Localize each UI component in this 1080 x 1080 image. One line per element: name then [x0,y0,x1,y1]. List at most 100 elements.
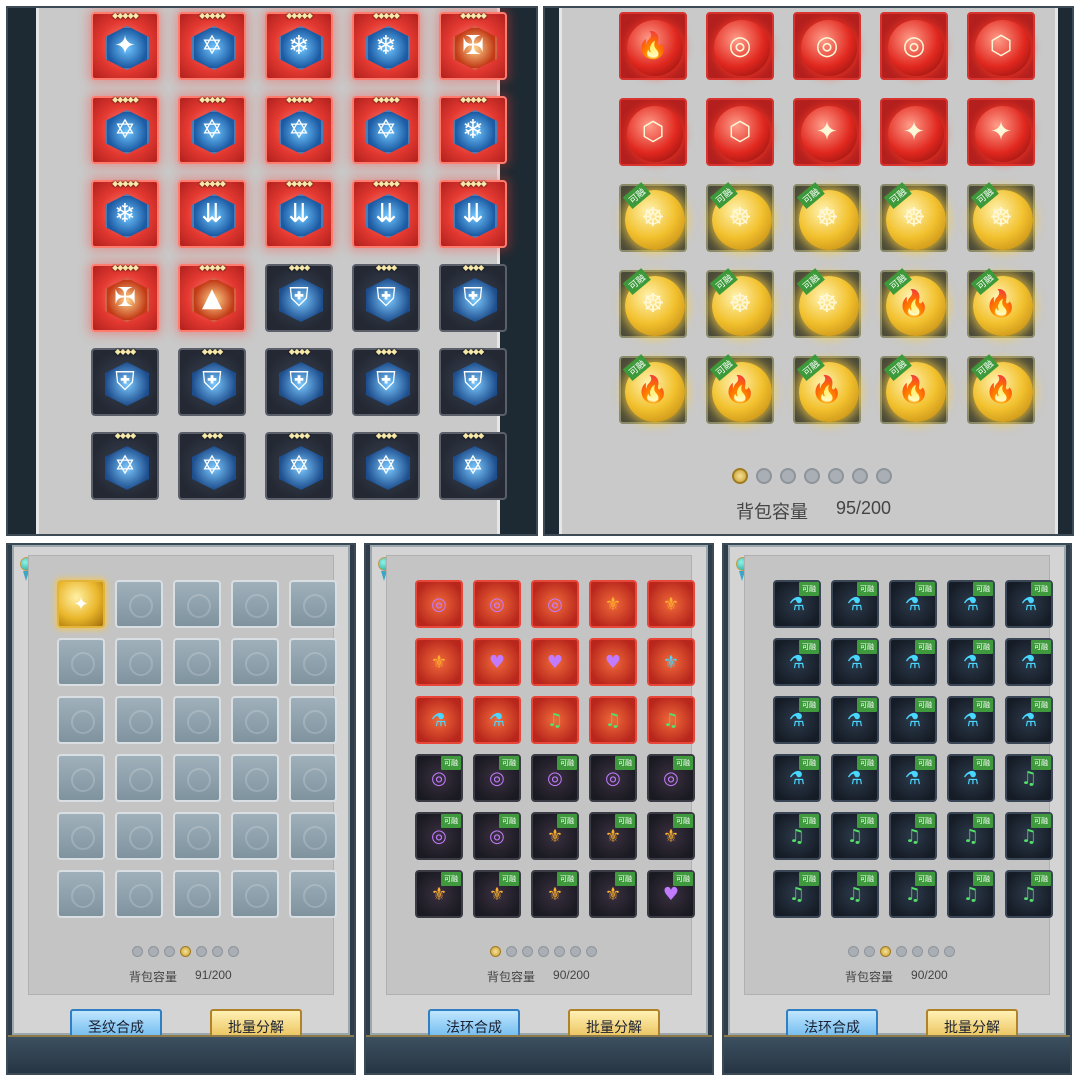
empty-slot[interactable] [173,754,221,802]
inventory-slot[interactable]: ⛨ ◆◆◆◆ [265,347,333,416]
inventory-slot[interactable]: 🔥 可融 [706,354,774,424]
inventory-slot[interactable]: ✡ ◆◆◆◆ [352,431,420,500]
inventory-slot[interactable]: ✠ ◆◆◆◆◆ [91,263,159,332]
inventory-slot[interactable]: ▲ ◆◆◆◆◆ [178,263,246,332]
inventory-slot[interactable]: ✡ ◆◆◆◆◆ [178,11,246,80]
inventory-slot[interactable]: ⬡ [706,98,774,166]
inventory-slot[interactable]: 🔥 可融 [967,268,1035,338]
inventory-slot[interactable]: ⚗ 可融 [831,754,879,802]
inventory-slot[interactable]: ⚗ [415,696,463,744]
empty-slot[interactable] [231,754,279,802]
page-indicator[interactable] [848,946,955,957]
inventory-slot[interactable]: ♫ [589,696,637,744]
inventory-slot[interactable]: ⚗ 可融 [889,638,937,686]
page-indicator[interactable] [132,946,239,957]
inventory-slot[interactable]: ◎ 可融 [473,812,521,860]
inventory-slot[interactable]: ⚗ 可融 [773,638,821,686]
inventory-slot[interactable]: ◎ [793,12,861,80]
inventory-slot[interactable]: ☸ 可融 [706,268,774,338]
inventory-slot[interactable]: ◎ 可融 [473,754,521,802]
page-dot[interactable] [538,946,549,957]
inventory-slot[interactable]: ♥ [473,638,521,686]
empty-slot[interactable] [289,870,337,918]
empty-slot[interactable] [57,812,105,860]
empty-slot[interactable] [115,638,163,686]
inventory-slot[interactable]: ◎ [880,12,948,80]
page-dot[interactable] [180,946,191,957]
page-dot[interactable] [132,946,143,957]
inventory-slot[interactable]: ⚗ 可融 [1005,638,1053,686]
inventory-slot[interactable]: ⛨ ◆◆◆◆ [178,347,246,416]
inventory-slot[interactable]: ⚗ 可融 [889,754,937,802]
inventory-slot[interactable]: ⚗ 可融 [889,696,937,744]
inventory-slot[interactable]: ⚗ 可融 [773,580,821,628]
inventory-slot[interactable]: ✡ ◆◆◆◆ [265,431,333,500]
empty-slot[interactable] [57,870,105,918]
page-dot[interactable] [848,946,859,957]
inventory-slot[interactable]: ⚗ 可融 [947,754,995,802]
page-dot[interactable] [944,946,955,957]
inventory-slot[interactable]: ⇊ ◆◆◆◆◆ [352,179,420,248]
inventory-slot[interactable]: ◎ 可融 [531,754,579,802]
empty-slot[interactable] [115,580,163,628]
inventory-slot[interactable]: ✦ [880,98,948,166]
inventory-slot[interactable]: ⚗ 可融 [831,580,879,628]
empty-slot[interactable] [173,696,221,744]
page-dot[interactable] [732,468,748,484]
page-indicator[interactable] [732,468,892,484]
inventory-slot[interactable]: ⚜ 可融 [531,870,579,918]
inventory-slot[interactable]: ♥ [589,638,637,686]
inventory-slot[interactable]: ⇊ ◆◆◆◆◆ [265,179,333,248]
inventory-slot[interactable]: ⚜ 可融 [415,870,463,918]
inventory-slot[interactable]: ◎ [473,580,521,628]
inventory-slot[interactable]: ♫ 可融 [831,812,879,860]
inventory-slot[interactable]: ⚜ [647,638,695,686]
inventory-slot[interactable]: ⛨ ◆◆◆◆ [265,263,333,332]
page-dot[interactable] [780,468,796,484]
inventory-slot[interactable]: ♫ 可融 [889,812,937,860]
inventory-slot[interactable]: ⚗ 可融 [947,696,995,744]
inventory-slot[interactable]: ✡ ◆◆◆◆◆ [265,95,333,164]
inventory-slot[interactable]: ✡ ◆◆◆◆ [439,431,507,500]
empty-slot[interactable] [115,696,163,744]
empty-slot[interactable] [173,812,221,860]
inventory-slot[interactable]: ✦ [967,98,1035,166]
inventory-slot[interactable]: ♫ 可融 [773,812,821,860]
inventory-slot[interactable]: ♫ [647,696,695,744]
inventory-slot[interactable]: ✡ ◆◆◆◆◆ [91,95,159,164]
empty-slot[interactable] [115,812,163,860]
inventory-slot[interactable]: ⚜ 可融 [531,812,579,860]
empty-slot[interactable] [231,580,279,628]
inventory-slot[interactable]: ❄ ◆◆◆◆◆ [352,11,420,80]
inventory-slot[interactable]: ◎ 可融 [415,812,463,860]
empty-slot[interactable] [289,696,337,744]
empty-slot[interactable] [289,580,337,628]
page-dot[interactable] [928,946,939,957]
page-dot[interactable] [228,946,239,957]
page-dot[interactable] [864,946,875,957]
inventory-slot[interactable]: ❄ ◆◆◆◆◆ [439,95,507,164]
empty-slot[interactable] [173,638,221,686]
page-dot[interactable] [828,468,844,484]
inventory-slot[interactable]: ☸ 可融 [793,182,861,252]
page-dot[interactable] [876,468,892,484]
inventory-slot[interactable]: ☸ 可融 [619,182,687,252]
page-dot[interactable] [212,946,223,957]
inventory-slot[interactable]: ♫ 可融 [1005,812,1053,860]
inventory-slot[interactable]: ♫ 可融 [889,870,937,918]
page-dot[interactable] [912,946,923,957]
inventory-slot[interactable]: ♫ [531,696,579,744]
inventory-slot[interactable]: ❄ ◆◆◆◆◆ [91,179,159,248]
page-indicator[interactable] [490,946,597,957]
inventory-slot[interactable]: ✠ ◆◆◆◆◆ [439,11,507,80]
inventory-slot[interactable]: ⚗ 可融 [889,580,937,628]
inventory-slot[interactable]: ⛨ ◆◆◆◆ [352,263,420,332]
page-dot[interactable] [490,946,501,957]
page-dot[interactable] [756,468,772,484]
page-dot[interactable] [586,946,597,957]
inventory-slot[interactable]: ⚗ 可融 [1005,580,1053,628]
inventory-slot[interactable]: ◎ 可融 [589,754,637,802]
inventory-slot[interactable]: 🔥 [619,12,687,80]
inventory-slot[interactable]: ☸ 可融 [967,182,1035,252]
inventory-slot[interactable]: ⇊ ◆◆◆◆◆ [178,179,246,248]
